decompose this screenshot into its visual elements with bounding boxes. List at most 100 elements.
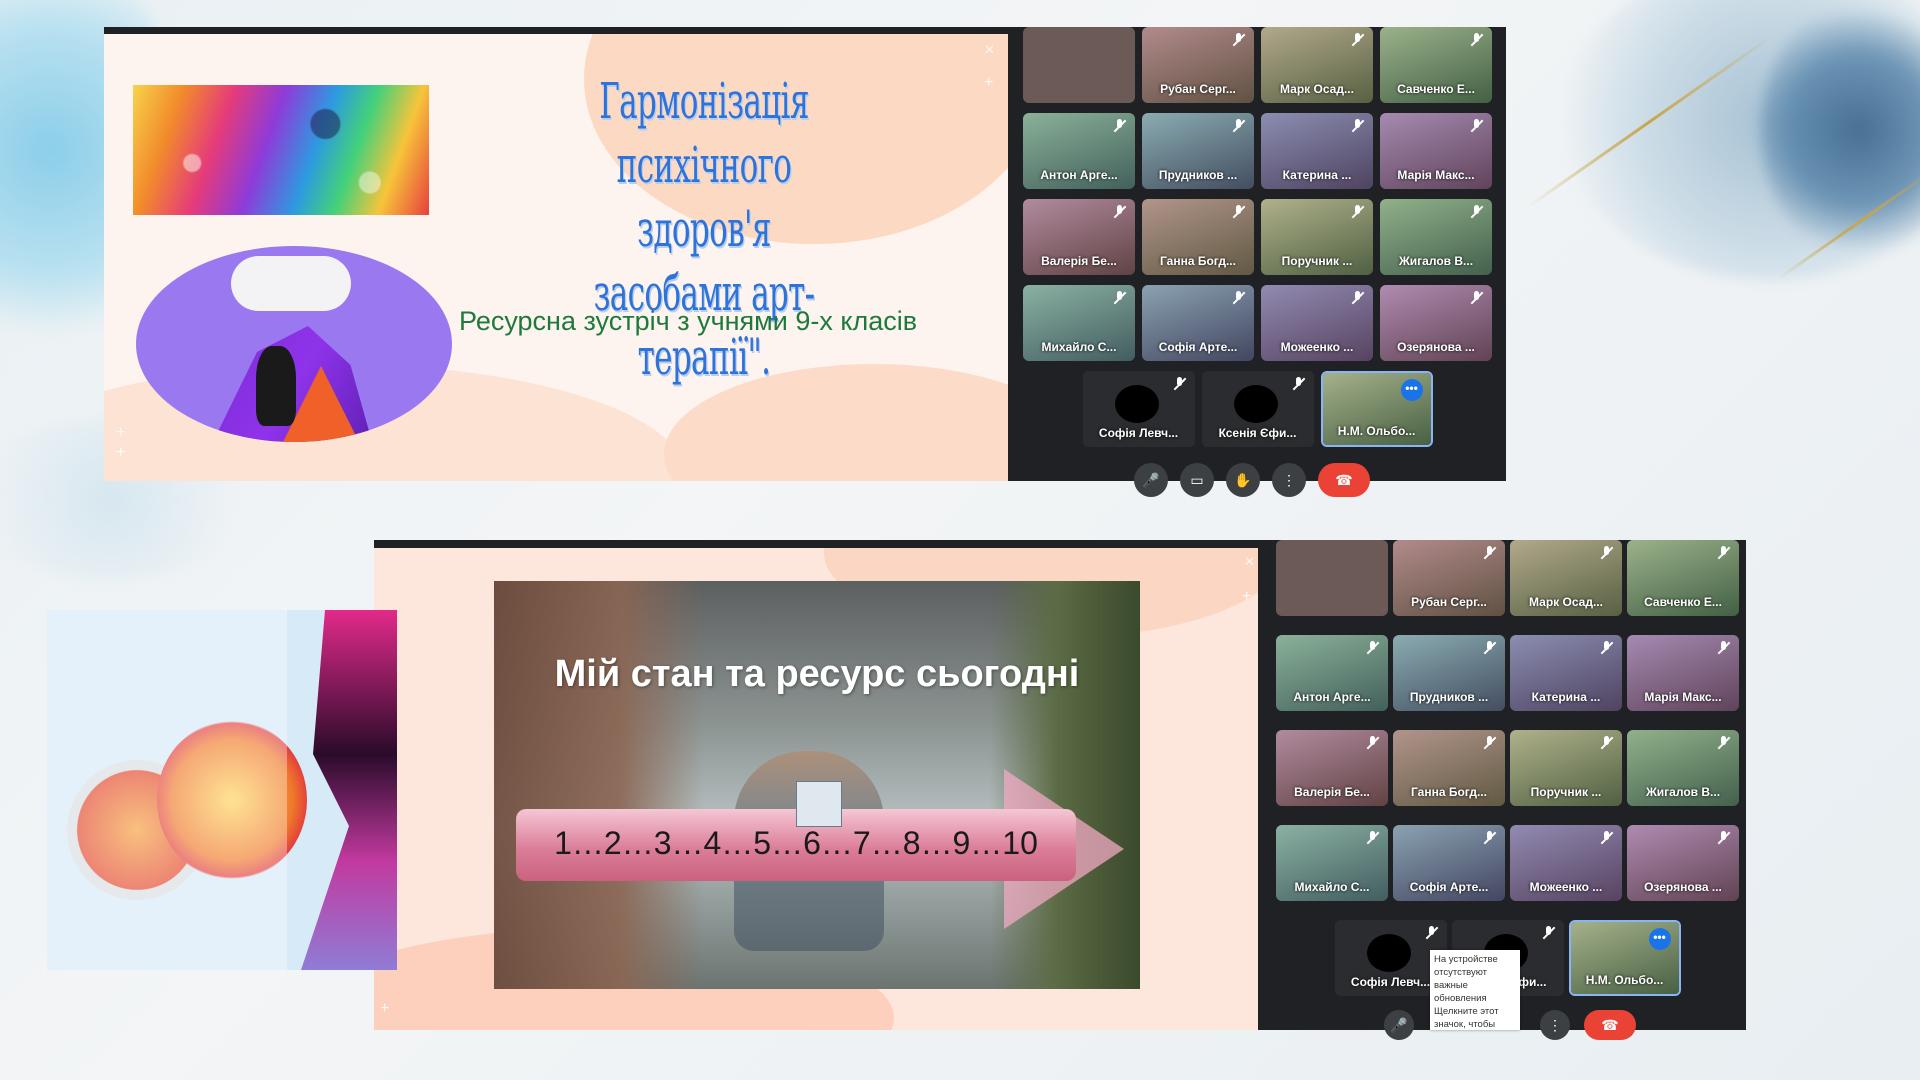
participant-tile[interactable]: Ганна Богд... — [1142, 199, 1254, 275]
participant-tile[interactable]: Прудников ... — [1393, 635, 1505, 711]
screen-share-thumbnail[interactable] — [1023, 27, 1135, 103]
mic-muted-icon — [1113, 205, 1127, 219]
participant-tile[interactable]: Можеенко ... — [1510, 825, 1622, 901]
mic-muted-icon — [1173, 377, 1187, 391]
participant-name: Марія Макс... — [1644, 690, 1722, 704]
camera-icon[interactable]: ▭ — [1180, 463, 1214, 497]
mic-muted-icon — [1292, 377, 1306, 391]
participant-tile[interactable]: Валерія Бе... — [1023, 199, 1135, 275]
slide-title-line1: Гармонізація психічного здоров'я — [599, 72, 809, 258]
participant-name: Валерія Бе... — [1041, 254, 1117, 268]
screen-share-thumbnail[interactable] — [1276, 540, 1388, 616]
participant-tile[interactable]: Софія Арте... — [1142, 285, 1254, 361]
participant-tile[interactable]: Озерянова ... — [1627, 825, 1739, 901]
mic-muted-icon — [1600, 641, 1614, 655]
participant-tile[interactable]: Михайло С... — [1023, 285, 1135, 361]
participant-name: Можеенко ... — [1529, 880, 1603, 894]
abstract-art-image — [47, 610, 397, 970]
x-decor-icon: ✕ — [984, 42, 995, 57]
abstract-painting-image — [133, 85, 429, 215]
stress-illustration-image — [136, 246, 452, 442]
plus-decor-icon: + — [380, 1000, 390, 1017]
mic-muted-icon — [1366, 641, 1380, 655]
participant-name: Антон Арге... — [1293, 690, 1371, 704]
mic-muted-icon — [1351, 291, 1365, 305]
participant-name: Рубан Серг... — [1160, 82, 1236, 96]
participant-tile[interactable]: Софія Левч... — [1082, 371, 1195, 447]
more-icon[interactable]: ⋮ — [1540, 1010, 1570, 1040]
participant-tile[interactable]: Катерина ... — [1261, 113, 1373, 189]
participant-name: Марк Осад... — [1280, 82, 1354, 96]
participant-name: Марк Осад... — [1529, 595, 1603, 609]
participant-name: Поручник ... — [1281, 254, 1353, 268]
participant-tile[interactable]: Антон Арге... — [1276, 635, 1388, 711]
mic-muted-icon — [1470, 33, 1484, 47]
participant-name: Катерина ... — [1531, 690, 1601, 704]
participant-name: Валерія Бе... — [1294, 785, 1370, 799]
participant-tile[interactable]: Савченко Е... — [1380, 27, 1492, 103]
plus-decor-icon: + — [1242, 588, 1252, 605]
participant-tile[interactable]: Ксенія Єфи... — [1201, 371, 1314, 447]
more-icon[interactable]: ⋮ — [1272, 463, 1306, 497]
mic-muted-icon — [1366, 831, 1380, 845]
mic-muted-icon — [1470, 205, 1484, 219]
participant-name: Софія Левч... — [1098, 426, 1179, 440]
rating-scale-text: 1…2…3…4…5…6…7…8…9…10 — [554, 825, 1038, 861]
participant-name: Антон Арге... — [1040, 168, 1118, 182]
participant-tile[interactable]: Марія Макс... — [1380, 113, 1492, 189]
participant-name: Софія Арте... — [1158, 340, 1238, 354]
mic-muted-icon — [1717, 736, 1731, 750]
plus-decor-icon: + — [116, 424, 126, 441]
mic-muted-icon — [1600, 546, 1614, 560]
participant-tile[interactable]: Софія Арте... — [1393, 825, 1505, 901]
top-meeting-screenshot: Гармонізація психічного здоров'я засобам… — [104, 27, 1506, 497]
participant-tile[interactable]: Катерина ... — [1510, 635, 1622, 711]
participant-name: Михайло С... — [1041, 340, 1117, 354]
more-options-icon[interactable]: ••• — [1648, 928, 1671, 950]
participant-tile[interactable]: Валерія Бе... — [1276, 730, 1388, 806]
hand-icon[interactable]: ✋ — [1226, 463, 1260, 497]
participant-tile[interactable]: Савченко Е... — [1627, 540, 1739, 616]
participant-tile[interactable]: Рубан Серг... — [1393, 540, 1505, 616]
end-call-icon[interactable]: ☎ — [1584, 1010, 1636, 1040]
participant-tile[interactable]: Жигалов В... — [1380, 199, 1492, 275]
participant-name: Ганна Богд... — [1160, 254, 1236, 268]
participant-tile[interactable]: Антон Арге... — [1023, 113, 1135, 189]
participant-tile[interactable]: Марія Макс... — [1627, 635, 1739, 711]
participant-tile[interactable]: Озерянова ... — [1380, 285, 1492, 361]
mic-muted-icon — [1232, 291, 1246, 305]
mic-muted-icon — [1232, 205, 1246, 219]
participant-name: Прудников ... — [1158, 168, 1238, 182]
mic-muted-icon — [1717, 641, 1731, 655]
mic-muted-icon — [1113, 291, 1127, 305]
mic-muted-icon — [1542, 926, 1556, 940]
participant-tile[interactable]: Рубан Серг... — [1142, 27, 1254, 103]
participant-tile[interactable]: Марк Осад... — [1510, 540, 1622, 616]
mic-muted-icon — [1425, 926, 1439, 940]
participant-name: Озерянова ... — [1644, 880, 1722, 894]
participant-tile[interactable]: Михайло С... — [1276, 825, 1388, 901]
mic-muted-icon — [1366, 736, 1380, 750]
participant-tile[interactable]: Поручник ... — [1261, 199, 1373, 275]
mic-icon[interactable]: 🎤 — [1134, 463, 1168, 497]
participant-tile[interactable]: Марк Осад... — [1261, 27, 1373, 103]
participant-name: Можеенко ... — [1280, 340, 1354, 354]
participant-tile[interactable]: Прудников ... — [1142, 113, 1254, 189]
participant-tile[interactable]: ••• Н.М. Ольбо... — [1320, 371, 1433, 447]
participant-tile[interactable]: Ганна Богд... — [1393, 730, 1505, 806]
participant-tile[interactable]: Можеенко ... — [1261, 285, 1373, 361]
x-decor-icon: ✕ — [1244, 554, 1255, 569]
end-call-icon[interactable]: ☎ — [1318, 463, 1370, 497]
mic-muted-icon — [1351, 119, 1365, 133]
participant-name: Поручник ... — [1530, 785, 1602, 799]
mic-muted-icon — [1351, 33, 1365, 47]
participant-name: Михайло С... — [1294, 880, 1370, 894]
participant-name: Марія Макс... — [1397, 168, 1475, 182]
more-options-icon[interactable]: ••• — [1400, 379, 1423, 401]
mic-icon[interactable]: 🎤 — [1384, 1010, 1414, 1040]
participant-tile[interactable]: Поручник ... — [1510, 730, 1622, 806]
participant-tile[interactable]: ••• Н.М. Ольбо... — [1568, 920, 1681, 996]
participant-name: Прудников ... — [1409, 690, 1489, 704]
participant-tile[interactable]: Жигалов В... — [1627, 730, 1739, 806]
participant-name: Жигалов В... — [1398, 254, 1474, 268]
